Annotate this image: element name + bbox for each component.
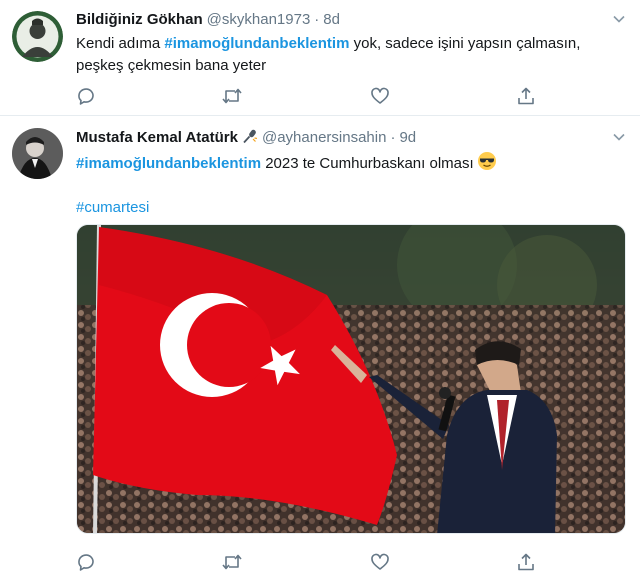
reply-icon[interactable] bbox=[74, 550, 98, 574]
user-avatar[interactable] bbox=[12, 128, 63, 179]
separator-dot: · bbox=[314, 11, 320, 28]
tweet-text-lead: Kendi adıma bbox=[76, 35, 165, 52]
ataturk-portrait-avatar-icon bbox=[12, 11, 63, 62]
hashtag-link[interactable]: #imamoğlundanbeklentim bbox=[164, 35, 349, 52]
retweet-icon[interactable] bbox=[220, 84, 244, 108]
share-icon[interactable] bbox=[514, 550, 538, 574]
user-avatar[interactable] bbox=[12, 11, 63, 62]
tweet-text: #imamoğlundanbeklentim 2023 te Cumhurbas… bbox=[76, 151, 626, 178]
reply-icon[interactable] bbox=[74, 84, 98, 108]
tweet-text: Kendi adıma #imamoğlundanbeklentim yok, … bbox=[76, 33, 626, 77]
hashtag-link-cumartesi[interactable]: #cumartesi bbox=[76, 199, 149, 216]
like-icon[interactable] bbox=[368, 84, 392, 108]
tweet-2[interactable]: Mustafa Kemal Atatürk @ayhanersinsahin · 9d… bbox=[0, 116, 640, 577]
tweet-timestamp[interactable]: 9d bbox=[399, 129, 416, 146]
display-name[interactable]: Bildiğiniz Gökhan bbox=[76, 11, 203, 28]
tweet-header: Bildiğiniz Gökhan @skykhan1973 · 8d bbox=[76, 10, 626, 30]
retweet-icon[interactable] bbox=[220, 550, 244, 574]
microphone-icon bbox=[242, 128, 258, 150]
chevron-down-icon[interactable] bbox=[612, 12, 626, 32]
share-icon[interactable] bbox=[514, 84, 538, 108]
user-handle[interactable]: @ayhanersinsahin bbox=[262, 129, 386, 146]
like-icon[interactable] bbox=[368, 550, 392, 574]
sunglasses-emoji-icon bbox=[477, 151, 497, 178]
tweet-actions bbox=[76, 84, 536, 108]
hashtag-link[interactable]: #imamoğlundanbeklentim bbox=[76, 155, 261, 172]
chevron-down-icon[interactable] bbox=[612, 130, 626, 150]
tweet-media-photo[interactable] bbox=[76, 224, 626, 534]
display-name[interactable]: Mustafa Kemal Atatürk bbox=[76, 129, 238, 146]
separator-dot: · bbox=[390, 129, 396, 146]
tweet-timestamp[interactable]: 8d bbox=[323, 11, 340, 28]
tweet-header: Mustafa Kemal Atatürk @ayhanersinsahin · 9d bbox=[76, 128, 626, 148]
tweet-text-body: 2023 te Cumhurbaskanı olması bbox=[261, 155, 474, 172]
tweet-text-second-line: #cumartesi bbox=[76, 198, 626, 218]
turkish-flag-rally-photo bbox=[77, 225, 625, 533]
ataturk-photo-avatar-icon bbox=[12, 128, 63, 179]
tweet-1[interactable]: Bildiğiniz Gökhan @skykhan1973 · 8d Kendi a… bbox=[0, 0, 640, 116]
tweet-actions bbox=[76, 550, 536, 574]
user-handle[interactable]: @skykhan1973 bbox=[207, 11, 311, 28]
